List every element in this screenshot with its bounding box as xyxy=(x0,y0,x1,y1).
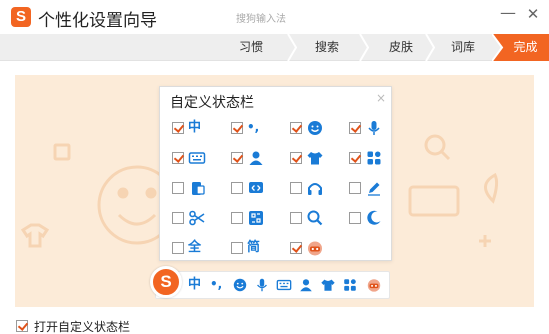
step-separator-icon xyxy=(492,34,504,61)
option-headphones[interactable] xyxy=(290,179,330,199)
option-search[interactable] xyxy=(290,209,330,229)
checkbox[interactable] xyxy=(290,152,302,164)
pen-icon xyxy=(368,182,380,196)
checkbox[interactable] xyxy=(172,122,184,134)
user-icon[interactable] xyxy=(298,276,314,294)
checkbox[interactable] xyxy=(349,182,361,194)
checkbox[interactable] xyxy=(290,242,302,254)
option-full-width[interactable]: 全 xyxy=(172,239,212,259)
checkbox[interactable] xyxy=(349,212,361,224)
checkbox[interactable] xyxy=(290,212,302,224)
option-toolbox[interactable] xyxy=(349,149,389,169)
checkbox[interactable] xyxy=(231,242,243,254)
skin-shirt-icon xyxy=(307,152,323,165)
minimize-button[interactable]: — xyxy=(498,4,518,24)
open-statusbar-checkbox[interactable] xyxy=(16,320,28,332)
keyboard-icon xyxy=(188,152,206,164)
microphone-icon xyxy=(368,121,380,135)
headphones-icon xyxy=(308,183,322,195)
step-habit[interactable]: 习惯 xyxy=(216,34,286,61)
step-separator-icon xyxy=(359,34,370,61)
simplified-icon: 简 xyxy=(247,240,261,255)
title-bar: S 个性化设置向导 搜狗输入法 — ✕ xyxy=(0,0,549,34)
wizard-steps: 习惯 搜索 皮肤 词库 完成 xyxy=(0,34,549,61)
moon-icon xyxy=(367,210,381,225)
step-dictionary[interactable]: 词库 xyxy=(430,34,496,61)
checkbox[interactable] xyxy=(290,182,302,194)
screenshot-icon xyxy=(249,182,263,193)
sogou-logo-icon[interactable]: S xyxy=(150,266,182,298)
user-icon xyxy=(249,151,263,165)
checkbox[interactable] xyxy=(172,182,184,194)
checkbox[interactable] xyxy=(172,242,184,254)
option-pen[interactable] xyxy=(349,179,389,199)
option-skin[interactable] xyxy=(290,149,330,169)
sogou-logo-icon: S xyxy=(11,7,31,27)
option-phone[interactable] xyxy=(172,179,212,199)
phone-icon xyxy=(192,182,205,195)
option-translate[interactable] xyxy=(231,209,271,229)
option-scissors[interactable] xyxy=(172,209,212,229)
punctuation-icon: •, xyxy=(247,120,260,134)
option-voice[interactable] xyxy=(349,119,389,139)
checkbox[interactable] xyxy=(231,212,243,224)
full-width-icon: 全 xyxy=(188,240,202,255)
checkbox[interactable] xyxy=(290,122,302,134)
option-simplified[interactable]: 简 xyxy=(231,239,271,259)
step-separator-icon xyxy=(425,34,436,61)
option-chinese-mode[interactable]: 中 xyxy=(172,119,212,139)
window-subtitle: 搜狗输入法 xyxy=(236,14,286,25)
step-finish[interactable]: 完成 xyxy=(502,34,549,61)
checkbox[interactable] xyxy=(231,152,243,164)
checkbox[interactable] xyxy=(231,182,243,194)
checkbox[interactable] xyxy=(231,122,243,134)
checkbox[interactable] xyxy=(172,212,184,224)
toolbox-icon[interactable] xyxy=(342,276,358,294)
skin-shirt-icon[interactable] xyxy=(320,276,336,294)
checkbox[interactable] xyxy=(172,152,184,164)
emoji-icon xyxy=(308,121,322,135)
option-screenshot[interactable] xyxy=(231,179,271,199)
step-search[interactable]: 搜索 xyxy=(292,34,362,61)
checkbox[interactable] xyxy=(349,152,361,164)
window-title: 个性化设置向导 xyxy=(38,11,157,31)
chinese-mode-icon[interactable]: 中 xyxy=(188,276,204,294)
scissors-icon xyxy=(189,210,205,226)
option-emoji[interactable] xyxy=(290,119,330,139)
mascot-icon xyxy=(308,241,322,256)
custom-statusbar-panel: 自定义状态栏 × 中 •, 全 简 xyxy=(159,86,392,261)
checkbox[interactable] xyxy=(349,122,361,134)
search-icon xyxy=(307,210,323,226)
close-button[interactable]: ✕ xyxy=(523,4,543,24)
microphone-icon[interactable] xyxy=(254,276,270,294)
chinese-mode-icon: 中 xyxy=(188,120,202,135)
step-separator-icon xyxy=(287,34,298,61)
translate-icon xyxy=(249,211,263,225)
mascot-icon[interactable] xyxy=(366,276,382,294)
option-user[interactable] xyxy=(231,149,271,169)
option-night[interactable] xyxy=(349,209,389,229)
emoji-icon[interactable] xyxy=(232,276,248,294)
open-statusbar-label: 打开自定义状态栏 xyxy=(34,320,131,334)
option-keyboard[interactable] xyxy=(172,149,212,169)
option-mascot[interactable] xyxy=(290,239,330,259)
punctuation-icon[interactable]: •, xyxy=(210,276,226,294)
toolbox-icon xyxy=(367,151,381,165)
panel-close-icon[interactable]: × xyxy=(376,91,386,105)
keyboard-icon[interactable] xyxy=(276,276,292,294)
option-punctuation[interactable]: •, xyxy=(231,119,271,139)
panel-title: 自定义状态栏 xyxy=(170,95,254,111)
settings-wizard-window: S 个性化设置向导 搜狗输入法 — ✕ 习惯 搜索 皮肤 词库 完成 自定义状态… xyxy=(0,0,549,334)
